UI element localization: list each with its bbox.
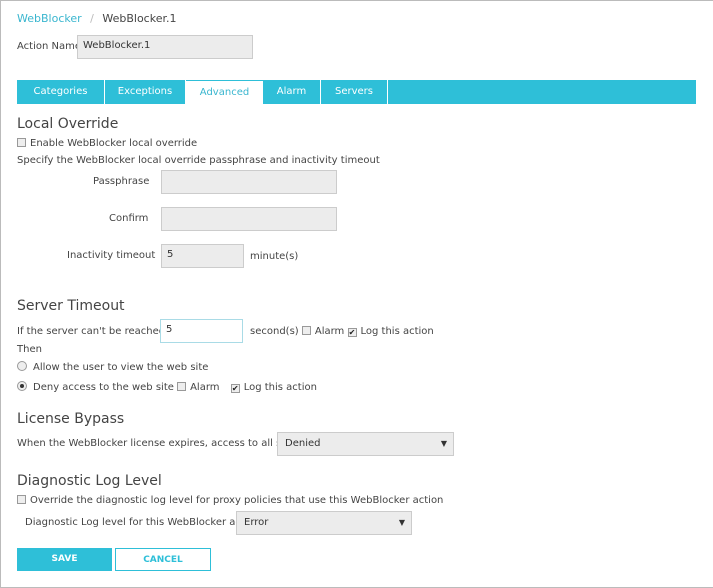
override-diagnostic-checkbox[interactable]: Override the diagnostic log level for pr…	[17, 495, 443, 506]
license-select[interactable]: Denied ▼	[277, 432, 454, 456]
enable-override-label: Enable WebBlocker local override	[30, 138, 198, 149]
tab-bar: Categories Exceptions Advanced Alarm Ser…	[17, 80, 696, 104]
inactivity-timeout-input[interactable]: 5	[161, 244, 244, 268]
tab-exceptions[interactable]: Exceptions	[105, 80, 186, 104]
server-timeout-input[interactable]: 5	[160, 319, 243, 343]
confirm-input[interactable]	[161, 207, 337, 231]
server-timeout-heading: Server Timeout	[17, 298, 125, 314]
timeout-alarm-checkbox[interactable]: Alarm	[301, 326, 345, 337]
cancel-button[interactable]: CANCEL	[115, 548, 211, 571]
diagnostic-heading: Diagnostic Log Level	[17, 473, 162, 489]
checkbox-icon	[17, 138, 26, 147]
tab-categories[interactable]: Categories	[17, 80, 105, 104]
breadcrumb: WebBlocker / WebBlocker.1	[17, 12, 176, 25]
breadcrumb-separator: /	[90, 12, 94, 25]
override-diagnostic-label: Override the diagnostic log level for pr…	[30, 495, 444, 506]
license-bypass-heading: License Bypass	[17, 411, 125, 427]
diagnostic-level-label: Diagnostic Log level for this WebBlocker…	[25, 517, 261, 528]
license-value: Denied	[285, 438, 321, 449]
chevron-down-icon: ▼	[398, 518, 405, 527]
checkmark-icon: ✔	[230, 384, 240, 393]
radio-selected-icon	[17, 381, 27, 391]
passphrase-input[interactable]	[161, 170, 337, 194]
breadcrumb-root[interactable]: WebBlocker	[17, 12, 82, 25]
deny-alarm-checkbox[interactable]: Alarm	[177, 382, 220, 393]
enable-override-checkbox[interactable]: Enable WebBlocker local override	[17, 138, 197, 149]
checkbox-icon	[177, 382, 187, 391]
seconds-unit: second(s)	[250, 326, 299, 337]
deny-log-checkbox[interactable]: ✔ Log this action	[230, 382, 317, 393]
override-description: Specify the WebBlocker local override pa…	[17, 155, 380, 166]
alarm-label: Alarm	[190, 382, 220, 393]
then-label: Then	[17, 344, 42, 355]
deny-radio[interactable]: Deny access to the web site Alarm ✔ Log t…	[17, 381, 317, 393]
chevron-down-icon: ▼	[440, 439, 447, 448]
allow-radio[interactable]: Allow the user to view the web site	[17, 361, 208, 373]
tab-alarm[interactable]: Alarm	[263, 80, 321, 104]
passphrase-label: Passphrase	[93, 176, 150, 187]
inactivity-timeout-label: Inactivity timeout	[67, 250, 156, 261]
local-override-heading: Local Override	[17, 116, 119, 132]
breadcrumb-current: WebBlocker.1	[102, 12, 177, 25]
save-button[interactable]: SAVE	[17, 548, 112, 571]
server-timeout-label: If the server can't be reached in	[17, 326, 178, 337]
diagnostic-level-value: Error	[244, 517, 269, 528]
allow-label: Allow the user to view the web site	[33, 362, 209, 373]
tab-advanced[interactable]: Advanced	[186, 81, 263, 104]
action-name-label: Action Name	[17, 41, 81, 52]
minutes-unit: minute(s)	[250, 251, 299, 262]
alarm-label: Alarm	[314, 326, 345, 337]
action-name-input[interactable]: WebBlocker.1	[77, 35, 253, 59]
checkmark-icon: ✔	[347, 328, 357, 337]
log-label: Log this action	[243, 382, 317, 393]
diagnostic-level-select[interactable]: Error ▼	[236, 511, 412, 535]
license-label: When the WebBlocker license expires, acc…	[17, 438, 311, 449]
tab-servers[interactable]: Servers	[321, 80, 388, 104]
confirm-label: Confirm	[109, 213, 149, 224]
timeout-log-checkbox[interactable]: ✔ Log this action	[347, 326, 434, 337]
log-label: Log this action	[360, 326, 434, 337]
radio-icon	[17, 361, 27, 371]
checkbox-icon	[17, 495, 26, 504]
checkbox-icon	[301, 326, 311, 335]
deny-label: Deny access to the web site	[33, 382, 174, 393]
